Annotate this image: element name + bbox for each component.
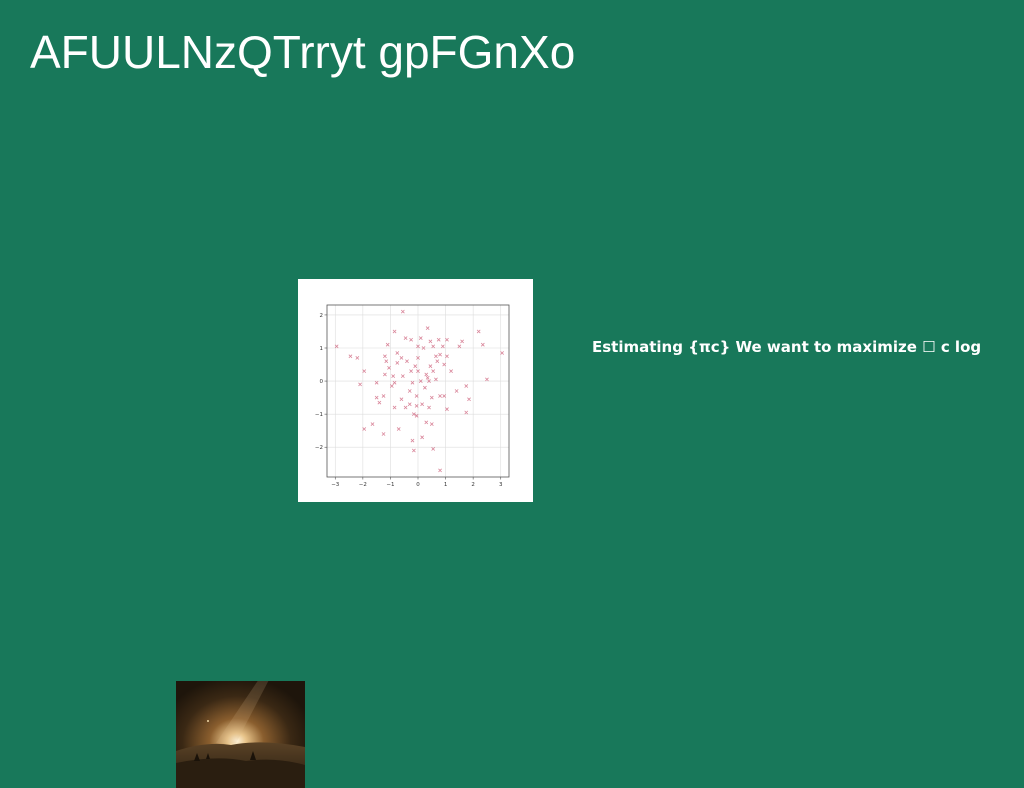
scatter-point [385, 342, 390, 347]
y-tick-label: −1 [315, 412, 323, 418]
scatter-point [425, 375, 430, 380]
scatter-point [427, 405, 431, 410]
scatter-point [409, 337, 413, 342]
scatter-point [457, 344, 462, 349]
scatter-point [409, 369, 413, 374]
scatter-point [355, 356, 360, 360]
scatter-point [440, 344, 445, 349]
x-tick-label: 0 [416, 482, 420, 488]
scatter-point [435, 359, 440, 364]
scatter-point [438, 468, 442, 473]
scatter-point [370, 422, 375, 426]
scatter-point [396, 427, 401, 431]
scatter-point [428, 339, 433, 344]
scatter-point [407, 402, 412, 407]
scatter-point [429, 422, 434, 426]
scatter-point [358, 382, 362, 387]
scatter-point [392, 405, 397, 410]
scatter-point [436, 337, 441, 342]
scatter-point [392, 329, 397, 334]
scatter-point [480, 342, 485, 347]
scatter-point [413, 364, 418, 369]
scatter-point [431, 344, 436, 349]
landscape-photo [176, 681, 305, 788]
scatter-point [460, 339, 465, 344]
scatter-point [403, 405, 408, 410]
scatter-point [431, 369, 436, 374]
scatter-point [464, 384, 469, 388]
scatter-point [381, 394, 386, 398]
scatter-plot-card: −3 −2 −1 0 1 2 3 −2 −1 0 1 2 [298, 279, 533, 502]
scatter-point [424, 420, 429, 425]
scatter-point [374, 395, 379, 400]
x-tick-label: −1 [386, 482, 394, 488]
scatter-point [391, 374, 396, 378]
scatter-point [407, 389, 412, 393]
scatter-point [410, 380, 415, 385]
scatter-point [418, 336, 423, 340]
scatter-point [399, 397, 404, 402]
y-tick-label: 1 [320, 346, 324, 352]
scatter-point [403, 336, 408, 340]
x-tick-label: 2 [471, 482, 475, 488]
scatter-point [395, 361, 400, 365]
scatter-point [431, 447, 436, 451]
scatter-point [429, 395, 434, 400]
scatter-point [383, 372, 387, 377]
scatter-point [425, 326, 430, 331]
scatter-point [428, 364, 433, 369]
x-tick-label: −3 [331, 482, 340, 488]
scatter-point [454, 389, 459, 393]
scatter-point [392, 380, 397, 385]
slide-title: AFUULNzQTrryt gpFGnXo [30, 26, 576, 78]
scatter-point [438, 352, 442, 357]
scatter-point [405, 359, 409, 364]
scatter-point [476, 329, 481, 334]
scatter-plot: −3 −2 −1 0 1 2 3 −2 −1 0 1 2 [315, 304, 510, 488]
x-tick-label: −2 [359, 482, 367, 488]
scatter-point [348, 354, 353, 359]
body-text: Estimating {πc} We want to maximize ☐ c … [592, 338, 982, 356]
scatter-point [410, 438, 415, 443]
scatter-point [449, 369, 453, 374]
scatter-point [411, 448, 416, 453]
slide: AFUULNzQTrryt gpFGnXo −3 −2 −1 0 1 2 3 −2 −1 0 1 2 … [0, 0, 1024, 788]
scatter-point [377, 400, 382, 405]
y-tick-label: 2 [320, 313, 324, 319]
scatter-point [374, 380, 379, 385]
scatter-point [438, 394, 442, 398]
scatter-point [485, 377, 489, 382]
scatter-point [424, 372, 429, 377]
scatter-point [381, 432, 386, 436]
scatter-point [420, 402, 425, 407]
scatter-point [434, 377, 438, 382]
scatter-point [434, 354, 438, 359]
scatter-point [384, 359, 389, 364]
y-tick-label: −2 [315, 445, 323, 451]
scatter-point [420, 435, 425, 440]
scatter-point [395, 351, 400, 355]
y-tick-label: 0 [320, 379, 324, 385]
scatter-point [467, 397, 471, 402]
scatter-point [383, 354, 387, 359]
scatter-point [400, 309, 405, 314]
scatter-point [423, 385, 427, 390]
x-tick-label: 3 [499, 482, 503, 488]
sunset-landscape-photo-icon [176, 681, 305, 788]
scatter-point [464, 410, 469, 415]
x-tick-label: 1 [444, 482, 448, 488]
scatter-point [400, 374, 405, 378]
scatter-point [399, 356, 404, 360]
